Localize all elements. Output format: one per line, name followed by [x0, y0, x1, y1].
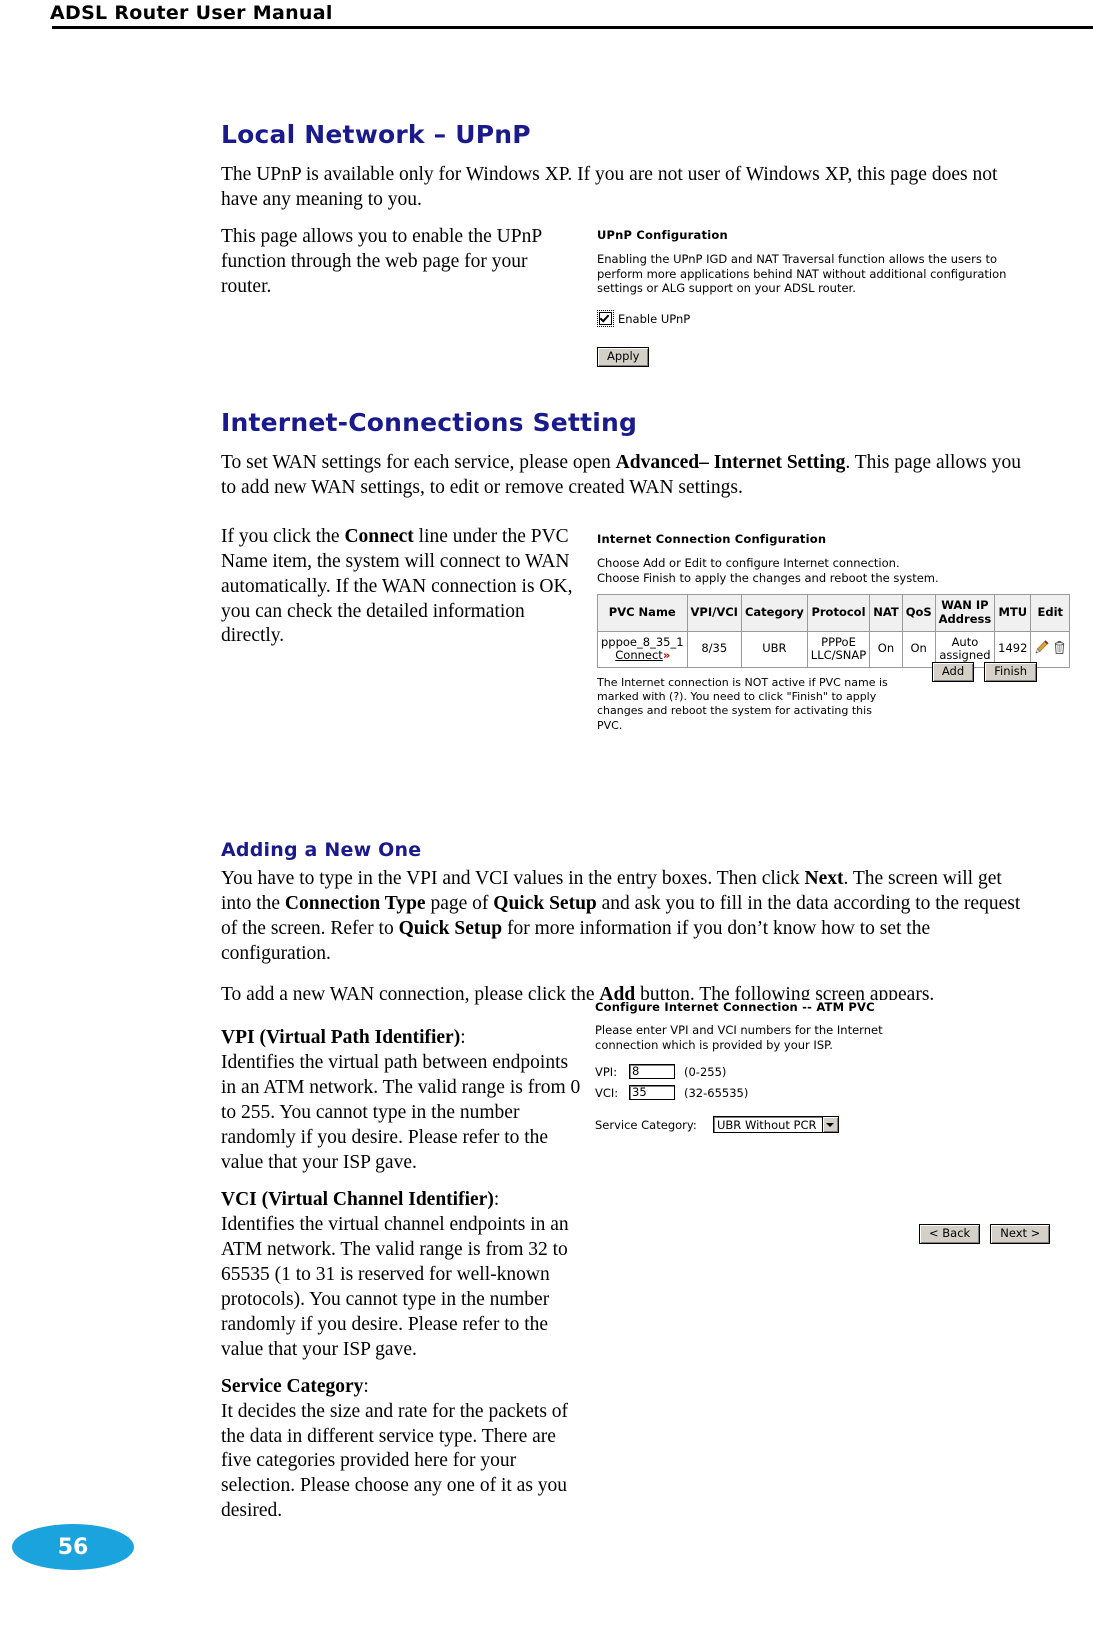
upnp-paragraph-2: This page allows you to enable the UPnP …: [221, 225, 542, 297]
an-p1-b3: Quick Setup: [493, 893, 597, 915]
definition-service-category-text: : It decides the size and rate for the p…: [221, 1375, 569, 1522]
manual-title: ADSL Router User Manual: [50, 2, 333, 24]
pvc-table-header-row: PVC Name VPI/VCI Category Protocol NAT Q…: [597, 594, 1071, 632]
back-button[interactable]: < Back: [919, 1224, 981, 1244]
section-heading-upnp: Local Network – UPnP: [221, 120, 531, 149]
vpi-input[interactable]: [629, 1064, 675, 1080]
internet-connections-paragraph-1: To set WAN settings for each service, pl…: [221, 451, 1021, 501]
definition-service-category: Service Category: It decides the size an…: [221, 1375, 581, 1525]
connect-link[interactable]: Connect: [615, 648, 663, 662]
page-number: 56: [57, 1534, 89, 1560]
icc-instruction-line-1: Choose Add or Edit to configure Internet…: [597, 556, 900, 570]
atm-pvc-title-bold: ATM PVC: [816, 1000, 875, 1014]
cell-nat: On: [869, 630, 903, 668]
vci-range-hint: (32-65535): [684, 1085, 749, 1100]
definition-vci: VCI (Virtual Channel Identifier): Identi…: [221, 1188, 581, 1363]
vpi-range-hint: (0-255): [684, 1064, 727, 1079]
col-header-qos: QoS: [901, 594, 936, 632]
cell-category: UBR: [740, 630, 808, 668]
trash-icon[interactable]: [1053, 640, 1066, 659]
definition-service-category-term: Service Category: [221, 1375, 364, 1397]
atm-pvc-configuration-screenshot: Configure Internet Connection -- ATM PVC…: [595, 1000, 1035, 1134]
col-header-category: Category: [740, 594, 808, 632]
double-chevron-icon: »: [662, 648, 671, 663]
definition-vpi-term: VPI (Virtual Path Identifier): [221, 1027, 461, 1049]
an-p1-t3: page of: [425, 893, 494, 915]
cell-vpi-vci: 8/35: [686, 630, 742, 668]
section-heading-internet-connections: Internet-Connections Setting: [221, 407, 638, 437]
definition-vci-text: : Identifies the virtual channel endpoin…: [221, 1188, 569, 1360]
atm-pvc-title: Configure Internet Connection -- ATM PVC: [595, 1000, 1035, 1014]
adding-new-paragraph-1: You have to type in the VPI and VCI valu…: [221, 867, 1026, 967]
pvc-name-text: pppoe_8_35_1: [601, 634, 684, 649]
definition-vpi-text: : Identifies the virtual path between en…: [221, 1027, 581, 1173]
upnp-config-description: Enabling the UPnP IGD and NAT Traversal …: [597, 252, 1007, 296]
vpi-label: VPI:: [595, 1064, 618, 1079]
icc-p2-part1: If you click the: [221, 525, 345, 547]
pencil-icon[interactable]: [1034, 640, 1049, 659]
vci-field-row: VCI: (32-65535): [595, 1085, 1035, 1101]
an-p1-b2: Connection Type: [284, 893, 426, 915]
next-button[interactable]: Next >: [990, 1224, 1051, 1244]
icc-instruction-line-2: Choose Finish to apply the changes and r…: [597, 570, 939, 585]
internet-connection-configuration-screenshot: Internet Connection Configuration Choose…: [597, 532, 1071, 733]
col-header-nat: NAT: [869, 594, 903, 632]
apply-button[interactable]: Apply: [597, 347, 650, 367]
finish-button[interactable]: Finish: [984, 662, 1037, 682]
service-category-label: Service Category:: [595, 1117, 697, 1132]
icc-note: The Internet connection is NOT active if…: [597, 675, 888, 732]
an-p1-t1: You have to type in the VPI and VCI valu…: [221, 868, 805, 890]
atm-pvc-title-normal: Configure Internet Connection --: [595, 1000, 817, 1014]
vpi-field-row: VPI: (0-255): [595, 1064, 1035, 1080]
icc-p1-part1: To set WAN settings for each service, pl…: [221, 451, 616, 473]
icc-p2-bold: Connect: [344, 525, 414, 547]
atm-pvc-navigation-buttons: < Back Next >: [913, 1224, 1051, 1244]
page-number-badge: 56: [12, 1524, 134, 1570]
atm-pvc-description: Please enter VPI and VCI numbers for the…: [595, 1023, 883, 1052]
service-category-row: Service Category: UBR Without PCR: [595, 1116, 1035, 1134]
upnp-config-title: UPnP Configuration: [597, 228, 728, 242]
an-p2-t1: To add a new WAN connection, please clic…: [221, 984, 600, 1006]
col-header-mtu: MTU: [994, 594, 1032, 632]
add-button[interactable]: Add: [931, 662, 975, 682]
upnp-apply-row: Apply: [597, 345, 1037, 367]
chevron-down-icon[interactable]: [821, 1117, 838, 1133]
pvc-table: PVC Name VPI/VCI Category Protocol NAT Q…: [597, 594, 1071, 668]
icc-p1-bold: Advanced– Internet Setting: [615, 451, 846, 473]
col-header-protocol: Protocol: [806, 594, 871, 632]
vci-label: VCI:: [595, 1085, 619, 1100]
icc-button-row: Add Finish: [927, 660, 1037, 682]
definition-vpi: VPI (Virtual Path Identifier): Identifie…: [221, 1026, 581, 1176]
cell-pvc-name: pppoe_8_35_1 Connect»: [597, 630, 688, 668]
header-rule: [52, 26, 1093, 29]
upnp-paragraph-1: The UPnP is available only for Windows X…: [221, 164, 998, 210]
upnp-configuration-screenshot: UPnP Configuration Enabling the UPnP IGD…: [597, 228, 1037, 367]
internet-connections-paragraph-2: If you click the Connect line under the …: [221, 525, 591, 650]
col-header-edit: Edit: [1030, 594, 1071, 632]
enable-upnp-label: Enable UPnP: [618, 311, 691, 326]
col-header-pvc-name: PVC Name: [597, 594, 688, 632]
cell-protocol: PPPoE LLC/SNAP: [806, 630, 871, 668]
vci-input[interactable]: [629, 1085, 675, 1101]
col-header-wan-ip-address: WAN IP Address: [934, 594, 996, 632]
an-p1-b1: Next: [804, 868, 844, 890]
an-p1-b4: Quick Setup: [398, 918, 503, 940]
enable-upnp-focus-ring: [597, 310, 614, 328]
col-header-vpi-vci: VPI/VCI: [686, 594, 742, 632]
definition-vci-term: VCI (Virtual Channel Identifier): [221, 1188, 494, 1210]
icc-title: Internet Connection Configuration: [597, 532, 827, 546]
service-category-select[interactable]: UBR Without PCR: [713, 1116, 839, 1134]
connect-link-wrap[interactable]: Connect»: [601, 648, 684, 663]
subsection-heading-adding-new-one: Adding a New One: [221, 839, 422, 862]
enable-upnp-row[interactable]: Enable UPnP: [597, 310, 1037, 328]
enable-upnp-checkbox[interactable]: [599, 312, 612, 326]
service-category-value: UBR Without PCR: [717, 1117, 817, 1132]
page-header: ADSL Router User Manual: [0, 0, 1093, 30]
